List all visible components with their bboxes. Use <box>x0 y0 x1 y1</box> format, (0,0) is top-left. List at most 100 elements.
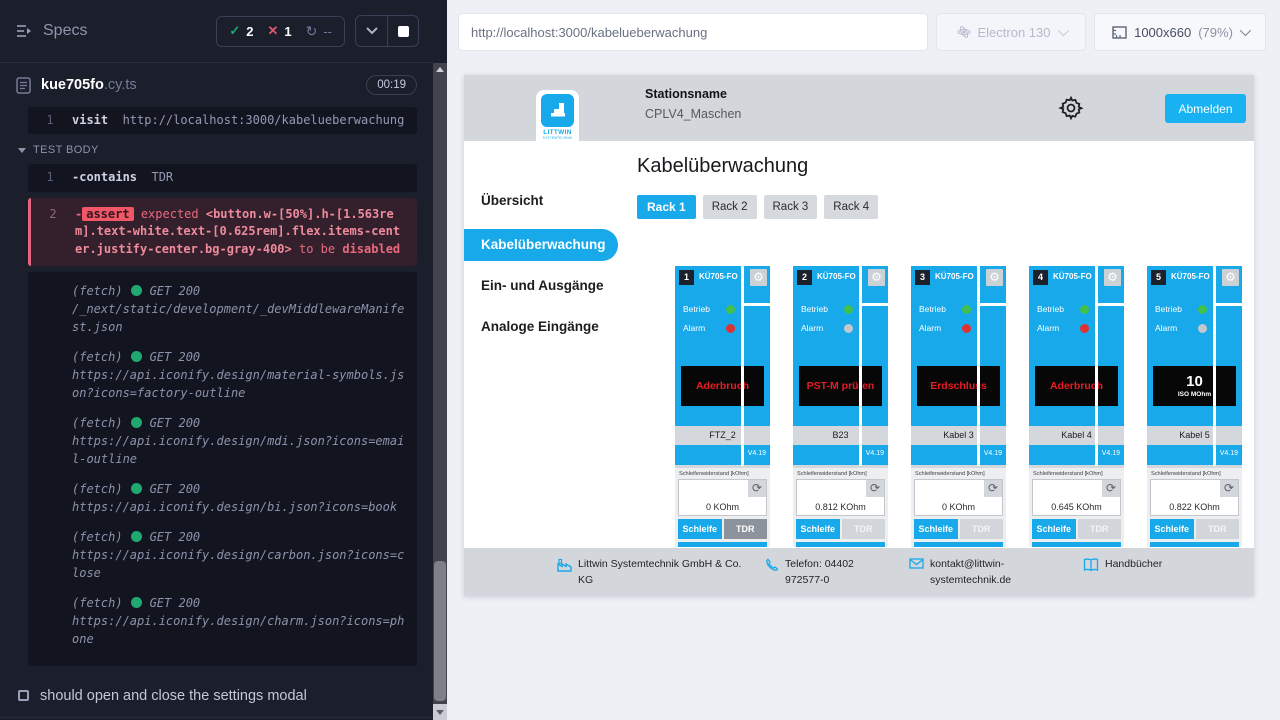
card-gear-icon[interactable]: ⚙ <box>986 269 1003 286</box>
schleife-button[interactable]: Schleife <box>914 519 958 539</box>
card-gear-icon[interactable]: ⚙ <box>750 269 767 286</box>
measurement-panel: Schleifenwiderstand [kOhm]⟳0.822 KOhmSch… <box>1147 465 1242 547</box>
viewport-ruler-icon <box>1112 26 1127 39</box>
rack-tab-2[interactable]: Rack 2 <box>703 195 757 219</box>
refresh-icon[interactable]: ⟳ <box>748 480 766 497</box>
footer-item-4[interactable]: Handbücher <box>1083 557 1193 596</box>
sidebar-item-1[interactable]: Übersicht <box>464 193 630 208</box>
spec-name: kue705fo.cy.ts <box>41 77 137 93</box>
refresh-icon[interactable]: ⟳ <box>984 480 1002 497</box>
status-ok-icon <box>131 483 142 494</box>
schleife-button[interactable]: Schleife <box>1150 519 1194 539</box>
card-divider <box>1095 266 1098 466</box>
logout-button[interactable]: Abmelden <box>1165 94 1246 123</box>
measurement-label: Schleifenwiderstand [kOhm] <box>679 471 767 477</box>
schleife-button[interactable]: Schleife <box>796 519 840 539</box>
spec-file-icon <box>16 77 31 94</box>
chevron-down-icon <box>1057 25 1068 36</box>
firmware-version: V4.19 <box>675 445 770 461</box>
version-text: V4.19 <box>1102 450 1120 457</box>
assert-badge: assert <box>82 207 133 221</box>
tdr-button[interactable]: TDR <box>1078 519 1122 539</box>
card-device-title: KÜ705-FO <box>1171 272 1210 281</box>
tdr-button[interactable]: TDR <box>1196 519 1240 539</box>
refresh-icon[interactable]: ⟳ <box>1102 480 1120 497</box>
schleife-button[interactable]: Schleife <box>1032 519 1076 539</box>
cable-name-label: B23 <box>793 426 888 445</box>
schleife-button[interactable]: Schleife <box>678 519 722 539</box>
device-card-5: 5KÜ705-FO⚙BetriebAlarm10ISO MOhmKabel 5V… <box>1147 266 1242 547</box>
cable-name-label: Kabel 3 <box>911 426 1006 445</box>
sidebar-item-2[interactable]: Kabelüberwachung <box>464 229 618 261</box>
collapse-chevron-button[interactable] <box>356 16 387 46</box>
footer-item-3[interactable]: kontakt@littwin-systemtechnik.de <box>909 557 1061 596</box>
betrieb-led-row: Betrieb <box>683 304 735 314</box>
stop-tests-button[interactable] <box>387 16 418 46</box>
card-divider <box>741 266 744 466</box>
reporter-scrollbar[interactable] <box>433 0 447 720</box>
betrieb-led-row: Betrieb <box>1155 304 1207 314</box>
fetch-url: https://api.iconify.design/bi.json?icons… <box>72 498 407 516</box>
fetch-url: https://api.iconify.design/material-symb… <box>72 366 407 402</box>
alarm-led-row: Alarm <box>801 323 853 333</box>
command-visit[interactable]: 1 visit http://localhost:3000/kabelueber… <box>28 107 417 134</box>
test-body-section-header[interactable]: TEST BODY <box>18 144 417 156</box>
sidebar-item-3[interactable]: Ein- und Ausgänge <box>464 278 630 293</box>
viewport-select[interactable]: 1000x660 (79%) <box>1094 13 1266 51</box>
scrollbar-thumb[interactable] <box>434 561 446 701</box>
scroll-down-arrow-icon <box>436 710 444 715</box>
fetch-url: /_next/static/development/_devMiddleware… <box>72 300 407 336</box>
tdr-button[interactable]: TDR <box>842 519 886 539</box>
refresh-icon[interactable]: ⟳ <box>1220 480 1238 497</box>
betrieb-label: Betrieb <box>683 304 710 314</box>
card-bottom-strip <box>796 542 885 547</box>
card-gear-icon[interactable]: ⚙ <box>868 269 885 286</box>
rack-tab-3[interactable]: Rack 3 <box>764 195 818 219</box>
pending-test-row[interactable]: should open and close the settings modal <box>0 674 433 718</box>
scroll-down-cell[interactable] <box>433 704 447 720</box>
factory-icon <box>557 557 572 596</box>
footer-text: Telefon: 04402 972577-0 <box>785 557 887 596</box>
station-info: Stationsname CPLV4_Maschen <box>645 87 741 121</box>
fetch-label: (fetch) <box>72 528 123 546</box>
card-divider <box>862 303 888 306</box>
card-gear-icon[interactable]: ⚙ <box>1222 269 1239 286</box>
version-text: V4.19 <box>866 450 884 457</box>
specs-menu-icon[interactable] <box>16 24 33 38</box>
command-contains[interactable]: 1 -contains TDR <box>28 164 417 191</box>
settings-gear-icon[interactable] <box>1058 95 1084 121</box>
led-indicators: BetriebAlarm <box>911 304 971 333</box>
card-device-title: KÜ705-FO <box>935 272 974 281</box>
tdr-button[interactable]: TDR <box>960 519 1004 539</box>
measurement-panel: Schleifenwiderstand [kOhm]⟳0 KOhmSchleif… <box>911 465 1006 547</box>
card-gear-icon[interactable]: ⚙ <box>1104 269 1121 286</box>
application-under-test: LITTWIN SYSTEMTECHNIK Stationsname CPLV4… <box>464 75 1254 596</box>
fetch-log-entry: (fetch)GET 200https://api.iconify.design… <box>28 528 407 582</box>
refresh-icon[interactable]: ⟳ <box>866 480 884 497</box>
scroll-up-arrow-icon[interactable] <box>436 67 444 72</box>
cable-name-label: Kabel 5 <box>1147 426 1242 445</box>
command-assert-failed[interactable]: 2 -assert expected <button.w-[50%].h-[1.… <box>28 198 417 266</box>
betrieb-led-green <box>726 305 735 314</box>
rack-tab-4[interactable]: Rack 4 <box>824 195 878 219</box>
measurement-panel: Schleifenwiderstand [kOhm]⟳0.812 KOhmSch… <box>793 465 888 547</box>
tdr-button[interactable]: TDR <box>724 519 768 539</box>
status-display: PST-M prüfen <box>799 366 882 406</box>
specs-title: Specs <box>43 22 87 40</box>
sidebar-item-4[interactable]: Analoge Eingänge <box>464 319 630 334</box>
rack-tab-1[interactable]: Rack 1 <box>637 195 696 219</box>
footer-item-1[interactable]: Littwin Systemtechnik GmbH & Co. KG <box>557 557 743 596</box>
card-divider <box>859 266 862 466</box>
fetch-label: (fetch) <box>72 282 123 300</box>
led-indicators: BetriebAlarm <box>793 304 853 333</box>
cable-name-label: FTZ_2 <box>675 426 770 445</box>
electron-icon <box>957 25 971 39</box>
scrollbar-track[interactable] <box>433 63 447 720</box>
footer-item-2[interactable]: Telefon: 04402 972577-0 <box>765 557 887 596</box>
browser-select[interactable]: Electron 130 <box>936 13 1086 51</box>
url-input[interactable] <box>458 13 928 51</box>
card-divider <box>1216 303 1242 306</box>
fetch-log-block: (fetch)GET 200/_next/static/development/… <box>28 272 417 666</box>
spec-file-row[interactable]: kue705fo.cy.ts 00:19 <box>0 63 433 107</box>
status-ok-icon <box>131 351 142 362</box>
